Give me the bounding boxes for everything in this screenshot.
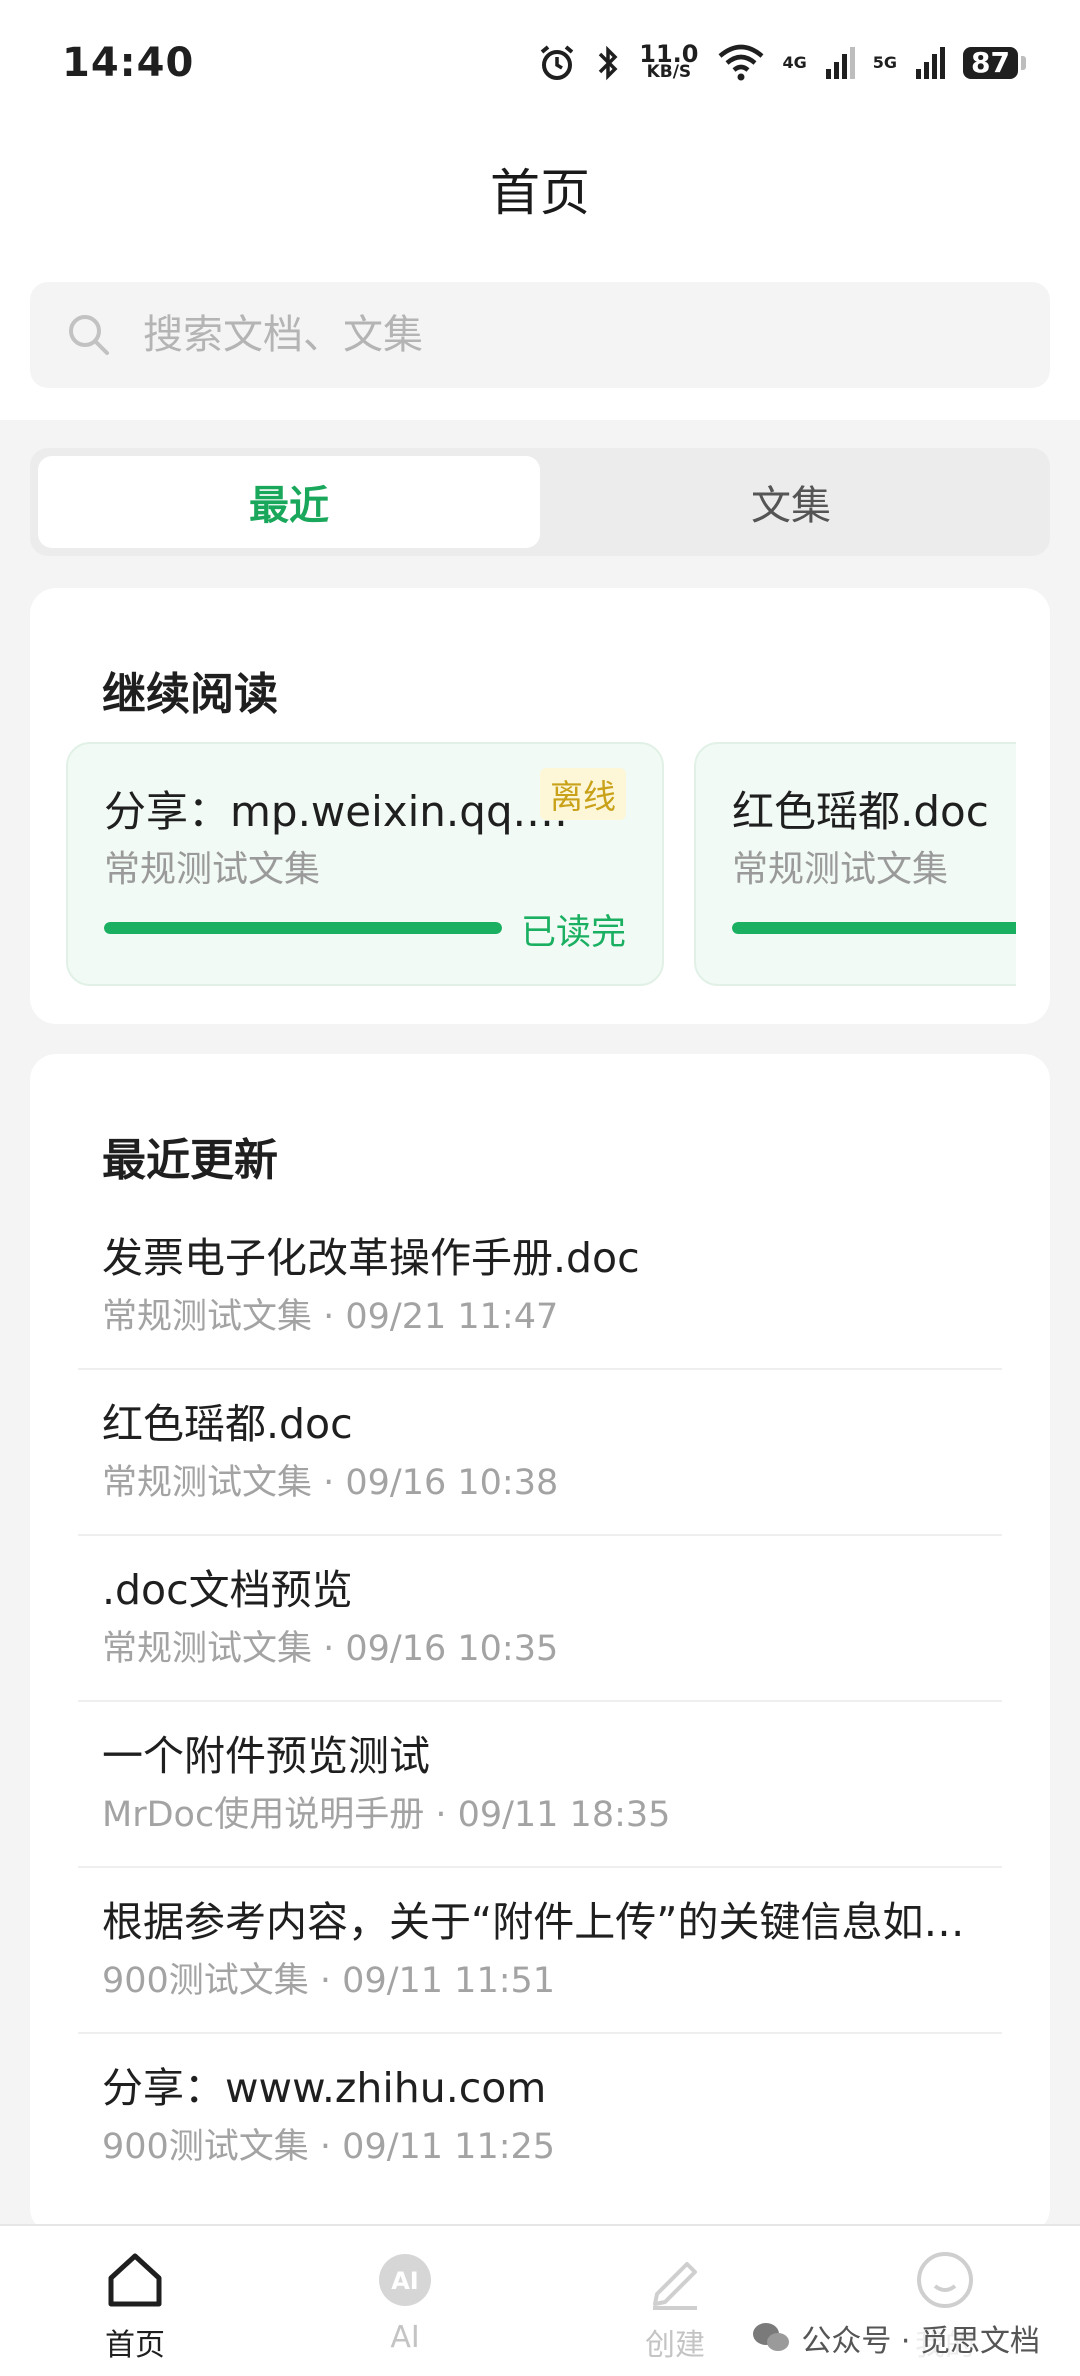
bluetooth-icon xyxy=(599,45,618,80)
reading-card[interactable]: 分享：mp.weixin.qq.com 离线 常规测试文集 已读完 xyxy=(66,742,664,986)
signal-1-label: 4G xyxy=(782,53,807,72)
tab-switcher: 最近 文集 xyxy=(30,448,1050,556)
battery-indicator: 87 xyxy=(963,46,1026,79)
nav-label: 创建 xyxy=(645,2328,705,2363)
doc-meta: MrDoc使用说明手册 · 09/11 18:35 xyxy=(102,1795,671,1835)
list-item[interactable]: 根据参考内容，关于“附件上传”的关键信息如下： 900测试文集 · 09/11 … xyxy=(78,1868,1002,2034)
wifi-icon xyxy=(718,44,763,80)
search-input[interactable] xyxy=(143,312,993,358)
reading-progress-fill xyxy=(732,922,1016,934)
header: 首页 xyxy=(0,125,1080,420)
signal-icon xyxy=(825,46,855,79)
continue-reading-title: 继续阅读 xyxy=(102,669,278,720)
search-bar[interactable] xyxy=(30,282,1050,388)
reading-status: 已读完 xyxy=(520,913,626,953)
nav-home[interactable]: 首页 xyxy=(0,2226,270,2376)
signal-icon xyxy=(916,46,946,79)
list-item[interactable]: .doc文档预览 常规测试文集 · 09/16 10:35 xyxy=(78,1536,1002,1702)
offline-badge: 离线 xyxy=(540,768,626,820)
list-item[interactable]: 发票电子化改革操作手册.doc 常规测试文集 · 09/21 11:47 xyxy=(78,1204,1002,1370)
status-icons: 11.0 KB/S 4G 5G 87 xyxy=(537,39,1026,83)
nav-label: AI xyxy=(390,2320,420,2355)
continue-reading-list[interactable]: 分享：mp.weixin.qq.com 离线 常规测试文集 已读完 红色瑶都.d… xyxy=(66,742,1016,990)
doc-meta: 900测试文集 · 09/11 11:51 xyxy=(102,1961,556,2001)
smile-icon xyxy=(917,2252,973,2308)
reading-progress-fill xyxy=(104,922,502,934)
doc-title: 发票电子化改革操作手册.doc xyxy=(102,1234,640,1282)
list-item[interactable]: 红色瑶都.doc 常规测试文集 · 09/16 10:38 xyxy=(78,1370,1002,1536)
doc-meta: 常规测试文集 · 09/16 10:35 xyxy=(102,1629,559,1669)
status-time: 14:40 xyxy=(62,39,195,86)
doc-title: 根据参考内容，关于“附件上传”的关键信息如下： xyxy=(102,1898,982,1946)
doc-meta: 900测试文集 · 09/11 11:25 xyxy=(102,2127,556,2167)
reading-progress-bar xyxy=(104,922,502,934)
doc-meta: 常规测试文集 · 09/21 11:47 xyxy=(102,1297,559,1337)
doc-title: 分享：www.zhihu.com xyxy=(102,2064,547,2112)
recent-updates-list: 发票电子化改革操作手册.doc 常规测试文集 · 09/21 11:47 红色瑶… xyxy=(78,1204,1002,2200)
network-speed: 11.0 KB/S xyxy=(639,39,699,82)
recent-updates-card: 最近更新 发票电子化改革操作手册.doc 常规测试文集 · 09/21 11:4… xyxy=(30,1054,1050,2234)
doc-meta: 常规测试文集 · 09/16 10:38 xyxy=(102,1463,559,1503)
home-icon xyxy=(108,2253,162,2307)
search-icon xyxy=(69,315,109,355)
reading-card-collection: 常规测试文集 xyxy=(104,849,321,890)
alarm-icon xyxy=(541,44,574,80)
ai-icon: AI xyxy=(379,2254,431,2306)
tab-collections[interactable]: 文集 xyxy=(540,456,1042,548)
nav-label: 首页 xyxy=(105,2328,165,2363)
net-speed-unit: KB/S xyxy=(646,61,692,82)
reading-card-title: 分享：mp.weixin.qq.com xyxy=(104,787,574,836)
list-item[interactable]: 分享：www.zhihu.com 900测试文集 · 09/11 11:25 xyxy=(78,2034,1002,2200)
watermark-text: 公众号 · 觅思文档 xyxy=(801,2324,1040,2359)
reading-progress-bar xyxy=(732,922,1016,934)
continue-reading-card: 继续阅读 分享：mp.weixin.qq.com 离线 常规测试文集 已读完 红… xyxy=(30,588,1050,1024)
recent-updates-title: 最近更新 xyxy=(102,1135,278,1186)
doc-title: .doc文档预览 xyxy=(102,1566,353,1614)
svg-text:AI: AI xyxy=(391,2267,419,2295)
page-title: 首页 xyxy=(490,164,590,222)
wechat-icon xyxy=(753,2323,790,2351)
pencil-icon xyxy=(653,2262,697,2310)
tab-recent[interactable]: 最近 xyxy=(38,456,540,548)
reading-card-title: 红色瑶都.doc xyxy=(732,787,989,836)
reading-card-collection: 常规测试文集 xyxy=(732,849,949,890)
watermark: 公众号 · 觅思文档 xyxy=(745,2314,1046,2362)
status-bar: 14:40 11.0 KB/S 4G 5G 87 xyxy=(0,0,1080,125)
doc-title: 一个附件预览测试 xyxy=(102,1732,430,1780)
signal-2-label: 5G xyxy=(872,53,898,72)
reading-card[interactable]: 红色瑶都.doc 常规测试文集 xyxy=(694,742,1016,986)
list-item[interactable]: 一个附件预览测试 MrDoc使用说明手册 · 09/11 18:35 xyxy=(78,1702,1002,1868)
doc-title: 红色瑶都.doc xyxy=(102,1400,353,1448)
nav-ai[interactable]: AI AI xyxy=(270,2226,540,2376)
net-speed-value: 11.0 xyxy=(639,39,699,68)
